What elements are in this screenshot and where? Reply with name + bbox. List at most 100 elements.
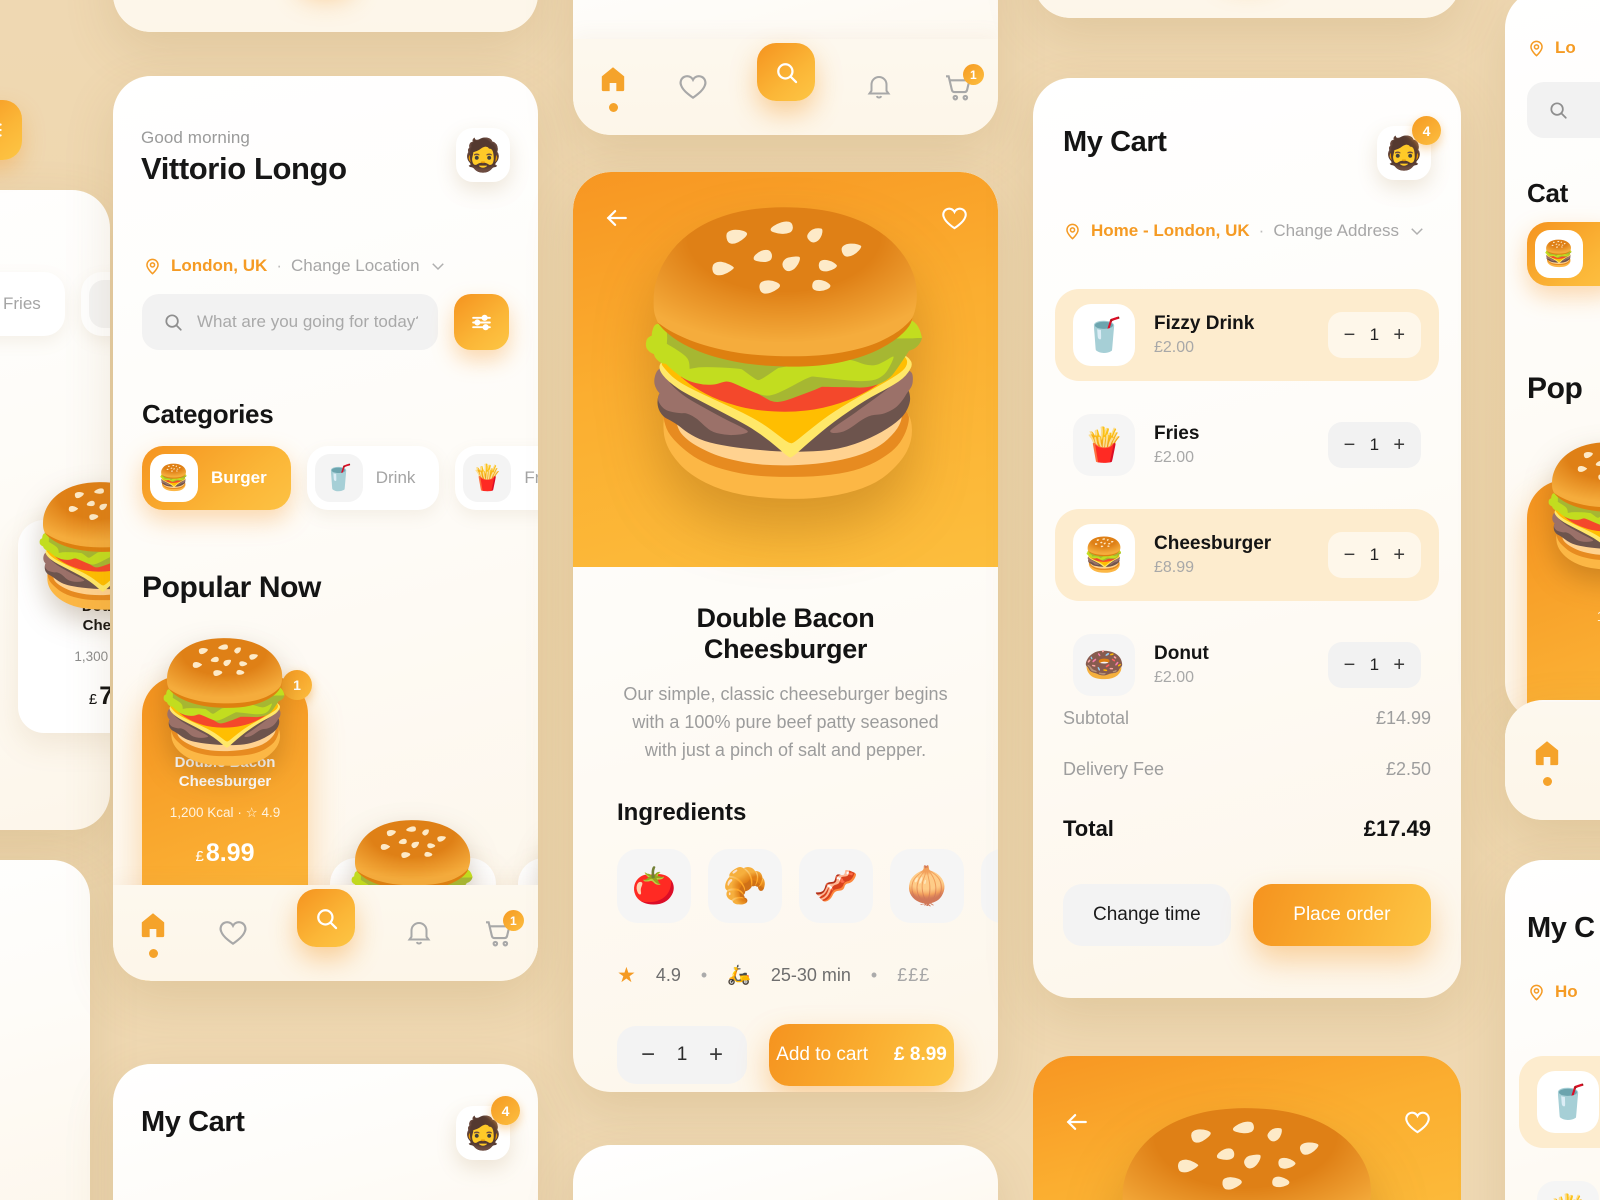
ingredient-tomato-icon[interactable]: 🍅 xyxy=(617,848,691,923)
summary-row-total: Total £17.49 xyxy=(1063,816,1431,842)
change-time-button[interactable]: Change time xyxy=(1063,884,1231,946)
nav-active-dot xyxy=(148,948,158,958)
ingredients-row: 🍅 🥐 🥓 🧅 🥬 xyxy=(617,848,998,923)
cart-item[interactable]: 🍔 Cheesburger £8.99 − 1 + xyxy=(1055,509,1439,601)
location-row[interactable]: London, UK · Change Location xyxy=(143,256,447,276)
category-chip-burger[interactable]: 🍔 Burger xyxy=(142,446,291,510)
cart-screen-partial-left: My Cart 🧔 4 xyxy=(113,1064,538,1200)
add-to-cart-price: £ 8.99 xyxy=(894,1043,947,1065)
location-pin-icon xyxy=(1530,984,1543,1001)
quantity-stepper[interactable]: − 1 + xyxy=(617,1025,748,1084)
decrement-button[interactable]: − xyxy=(641,1042,655,1067)
avatar[interactable]: 🧔 xyxy=(456,128,510,182)
total-label: Total xyxy=(1063,816,1114,841)
increment-button[interactable]: + xyxy=(1393,325,1405,345)
scooter-icon: 🛵 xyxy=(727,965,751,987)
address-value: Home - London, UK xyxy=(1091,221,1250,240)
edge-right-home-screen: Lo Cat 🍔 Pop 🍔 Do Ch 1,20 xyxy=(1505,0,1600,720)
decrement-button[interactable]: − xyxy=(1344,325,1356,345)
category-label-drink: Drink xyxy=(375,468,416,487)
address-separator: · xyxy=(1258,221,1265,240)
edge-address-row[interactable]: Ho xyxy=(1527,982,1578,1002)
cart-item[interactable]: 🥤 Fizzy Drink £2.00 − 1 + xyxy=(1055,289,1439,381)
home-icon xyxy=(1535,740,1559,765)
burger-image: 🍔 xyxy=(1526,432,1600,564)
summary-value: £14.99 xyxy=(1375,708,1431,728)
nav-item-cart[interactable]: 1 xyxy=(942,64,984,103)
edge-filter-button[interactable] xyxy=(0,100,22,160)
increment-button[interactable]: + xyxy=(1393,545,1405,565)
fries-icon: 🍟 xyxy=(1537,1181,1599,1200)
nav-item-search[interactable] xyxy=(757,43,816,101)
edge-address-value: Ho xyxy=(1555,982,1578,1001)
edge-chip-next[interactable] xyxy=(80,272,110,336)
nav-item-cart[interactable]: 1 xyxy=(482,910,524,949)
decrement-button[interactable]: − xyxy=(1344,545,1356,565)
avatar[interactable]: 🧔 4 xyxy=(1377,116,1441,180)
avatar[interactable]: 🧔 4 xyxy=(456,1096,520,1160)
nav-item-favorites[interactable] xyxy=(217,917,249,949)
bell-icon xyxy=(867,76,891,99)
increment-button[interactable]: + xyxy=(1393,435,1405,455)
decrement-button[interactable]: − xyxy=(1344,655,1356,675)
ingredient-bread-icon[interactable]: 🥐 xyxy=(708,848,782,923)
nav-item-home[interactable] xyxy=(597,63,629,112)
ingredient-bacon-icon[interactable]: 🥓 xyxy=(799,848,873,923)
edge-chip-fries[interactable]: 🍟 Fries xyxy=(0,272,65,336)
place-order-button[interactable]: Place order xyxy=(1252,884,1431,946)
search-icon xyxy=(1550,102,1567,119)
cart-item-name: Cheesburger xyxy=(1154,533,1272,554)
nav-item-home[interactable] xyxy=(1531,737,1563,786)
search-input[interactable] xyxy=(197,312,418,332)
ingredient-onion-icon[interactable]: 🧅 xyxy=(890,848,964,923)
arrow-left-icon xyxy=(1066,1114,1087,1130)
nav-item-home[interactable] xyxy=(137,909,169,958)
edge-location-row[interactable]: Lo xyxy=(1527,38,1576,58)
nav-item-notifications[interactable] xyxy=(404,918,434,948)
nav-item-favorites[interactable] xyxy=(677,71,709,103)
change-location-label[interactable]: Change Location xyxy=(291,256,420,276)
edge-search-box[interactable] xyxy=(1527,82,1600,138)
edge-cart-item[interactable]: 🥤 xyxy=(1519,1056,1600,1148)
category-chip-drink[interactable]: 🥤 Drink xyxy=(306,446,440,510)
star-icon: ★ xyxy=(617,963,636,987)
chevron-down-icon xyxy=(431,263,444,271)
burger-image: 🍔 xyxy=(152,637,298,767)
nav-item-search[interactable] xyxy=(297,889,356,947)
address-row[interactable]: Home - London, UK · Change Address xyxy=(1063,221,1426,241)
burger-icon: 🍔 xyxy=(1073,524,1135,586)
search-row xyxy=(142,294,509,350)
filter-button[interactable] xyxy=(454,294,509,350)
edge-popular-card[interactable]: 🍔 Doub Chee 1,300 Kc £7 xyxy=(18,488,110,733)
edge-cart-item[interactable]: 🍟 xyxy=(1519,1166,1600,1200)
cart-item-stepper[interactable]: − 1 + xyxy=(1327,422,1421,468)
cart-item[interactable]: 🍟 Fries £2.00 − 1 + xyxy=(1055,399,1439,491)
edge-popular-card[interactable]: 🍔 Do Ch 1,20 xyxy=(1527,448,1600,720)
change-address-label[interactable]: Change Address xyxy=(1273,221,1399,241)
search-box[interactable] xyxy=(142,294,438,350)
search-icon xyxy=(317,908,338,929)
summary-label: Delivery Fee xyxy=(1063,759,1165,779)
cart-item-stepper[interactable]: − 1 + xyxy=(1327,532,1421,578)
add-to-cart-button[interactable]: Add to cart £ 8.99 xyxy=(769,1023,954,1086)
nav-item-notifications[interactable] xyxy=(864,72,894,102)
price-level: £££ xyxy=(897,964,931,985)
cart-actions: Change time Place order xyxy=(1063,884,1431,946)
burger-image: 🍔 xyxy=(28,481,110,611)
heart-icon xyxy=(219,921,247,945)
burger-icon: 🍔 xyxy=(150,454,198,502)
favorite-button[interactable] xyxy=(1399,1104,1435,1140)
chevron-down-icon xyxy=(1411,228,1423,236)
increment-button[interactable]: + xyxy=(1393,655,1405,675)
placeholder-icon xyxy=(88,280,110,328)
ingredient-lettuce-icon[interactable]: 🥬 xyxy=(981,848,998,923)
category-chip-fries[interactable]: 🍟 Fries xyxy=(455,446,538,510)
increment-button[interactable]: + xyxy=(709,1042,723,1067)
edge-category-chip-burger[interactable]: 🍔 xyxy=(1527,222,1600,286)
edge-right-nav-partial xyxy=(1505,700,1600,820)
bell-icon xyxy=(407,922,431,945)
cart-title: My Cart xyxy=(141,1106,245,1138)
back-button[interactable] xyxy=(1059,1104,1095,1140)
decrement-button[interactable]: − xyxy=(1344,435,1356,455)
cart-item-stepper[interactable]: − 1 + xyxy=(1327,312,1421,358)
